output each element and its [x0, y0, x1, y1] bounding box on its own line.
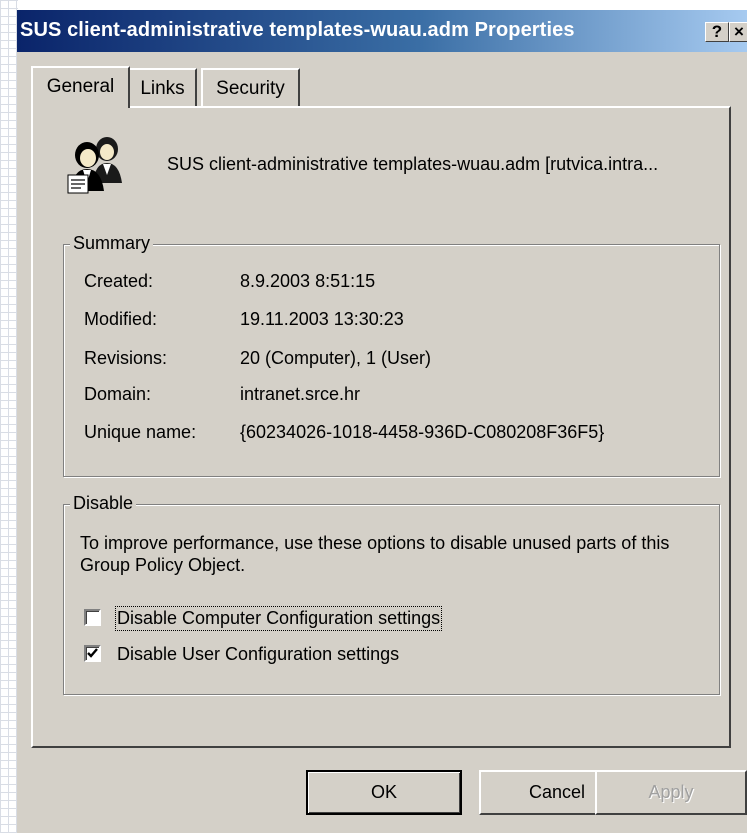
tab-security[interactable]: Security [201, 68, 300, 106]
disable-computer-config-label[interactable]: Disable Computer Configuration settings [114, 606, 443, 631]
properties-dialog: SUS client-administrative templates-wuau… [17, 10, 747, 833]
modified-label: Modified: [84, 309, 158, 329]
help-button[interactable]: ? [705, 22, 729, 42]
revisions-label: Revisions: [84, 348, 168, 368]
disable-user-config-label[interactable]: Disable User Configuration settings [117, 644, 399, 665]
ok-button[interactable]: OK [306, 770, 462, 815]
created-label: Created: [84, 271, 154, 291]
checkmark-icon [87, 648, 98, 658]
disable-groupbox: Disable To improve performance, use thes… [63, 493, 720, 695]
close-button[interactable]: × [729, 22, 747, 42]
gpo-name: SUS client-administrative templates-wuau… [167, 154, 659, 174]
general-tab-panel: SUS client-administrative templates-wuau… [31, 106, 731, 748]
revisions-value: 20 (Computer), 1 (User) [240, 348, 432, 368]
tab-links-label: Links [140, 78, 185, 99]
background-grid [0, 0, 18, 833]
tab-links[interactable]: Links [128, 68, 197, 106]
disable-computer-config-checkbox[interactable] [84, 609, 101, 626]
summary-legend: Summary [70, 233, 154, 254]
title-bar[interactable]: SUS client-administrative templates-wuau… [17, 10, 747, 52]
disable-legend: Disable [70, 493, 137, 514]
domain-label: Domain: [84, 384, 152, 404]
domain-value: intranet.srce.hr [240, 384, 361, 404]
window-title: SUS client-administrative templates-wuau… [20, 19, 575, 41]
created-value: 8.9.2003 8:51:15 [240, 271, 376, 291]
tab-general[interactable]: General [31, 66, 130, 108]
tab-general-label: General [46, 76, 115, 97]
disable-user-config-checkbox[interactable] [84, 645, 101, 662]
group-policy-users-icon [67, 137, 122, 194]
unique-name-label: Unique name: [84, 422, 197, 442]
close-icon: × [734, 22, 744, 41]
modified-value: 19.11.2003 13:30:23 [240, 309, 404, 329]
help-icon: ? [711, 22, 723, 41]
apply-button[interactable]: Apply [595, 770, 747, 815]
disable-description: To improve performance, use these option… [80, 533, 670, 575]
unique-name-value: {60234026-1018-4458-936D-C080208F36F5} [240, 422, 605, 442]
summary-groupbox: Summary Created: 8.9.2003 8:51:15 Modifi… [63, 233, 720, 477]
tab-security-label: Security [216, 78, 285, 99]
